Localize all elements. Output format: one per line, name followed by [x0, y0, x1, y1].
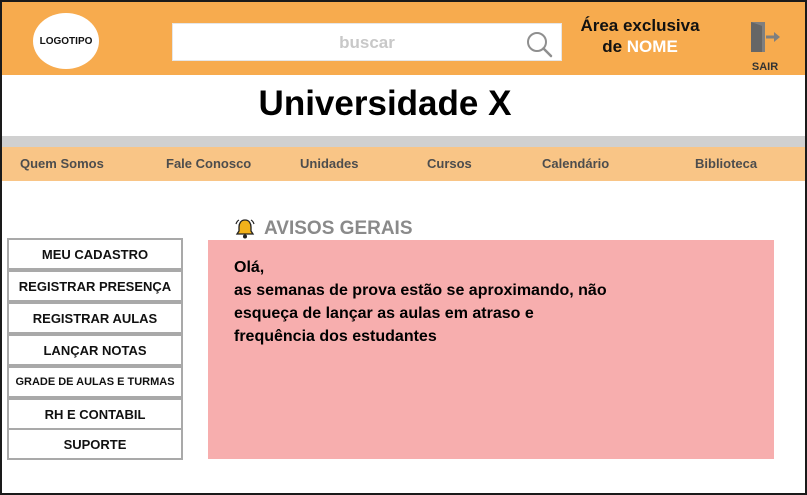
logout-door-icon	[751, 22, 780, 52]
menu-item-grade-de-aulas-e-turmas[interactable]: GRADE DE AULAS E TURMAS	[7, 366, 183, 398]
search-input[interactable]: buscar	[172, 23, 562, 61]
divider	[2, 136, 805, 147]
main-nav: Quem Somos Fale Conosco Unidades Cursos …	[2, 147, 805, 181]
page-title: Universidade X	[258, 84, 512, 123]
nav-item-fale-conosco[interactable]: Fale Conosco	[166, 147, 251, 181]
notice-line: esqueça de lançar as aulas em atraso e	[234, 305, 534, 322]
nav-item-calendario[interactable]: Calendário	[542, 147, 609, 181]
menu-item-suporte[interactable]: SUPORTE	[7, 428, 183, 460]
exclusive-area-user-line: de NOME	[568, 36, 712, 57]
top-header: LOGOTIPO buscar Área exclusiva de NOME S…	[2, 2, 805, 75]
nav-item-quem-somos[interactable]: Quem Somos	[20, 147, 104, 181]
search-icon[interactable]	[525, 30, 553, 58]
nav-item-biblioteca[interactable]: Biblioteca	[695, 147, 757, 181]
nav-item-cursos[interactable]: Cursos	[427, 147, 472, 181]
exclusive-area-label: Área exclusiva de NOME	[568, 15, 712, 57]
notice-message-box: Olá, as semanas de prova estão se aproxi…	[208, 240, 774, 459]
notice-line: frequência dos estudantes	[234, 328, 437, 345]
notices-title: AVISOS GERAIS	[264, 218, 413, 239]
logout-button[interactable]: SAIR	[740, 20, 790, 73]
nav-item-unidades[interactable]: Unidades	[300, 147, 359, 181]
menu-item-registrar-presenca[interactable]: REGISTRAR PRESENÇA	[7, 270, 183, 302]
menu-item-rh-e-contabil[interactable]: RH E CONTABIL	[7, 398, 183, 430]
user-name: NOME	[626, 37, 678, 56]
bell-icon	[235, 219, 255, 239]
logout-label: SAIR	[751, 61, 779, 73]
exclusive-area-de: de	[602, 37, 623, 56]
notices-heading: AVISOS GERAIS	[234, 217, 413, 241]
logo-text: LOGOTIPO	[39, 35, 93, 47]
notice-line: Olá,	[234, 259, 265, 276]
search-placeholder: buscar	[339, 33, 395, 52]
menu-item-registrar-aulas[interactable]: REGISTRAR AULAS	[7, 302, 183, 334]
page-frame: LOGOTIPO buscar Área exclusiva de NOME S…	[0, 0, 807, 495]
logo[interactable]: LOGOTIPO	[33, 13, 99, 69]
menu-item-meu-cadastro[interactable]: MEU CADASTRO	[7, 238, 183, 270]
notice-line: as semanas de prova estão se aproximando…	[234, 282, 607, 299]
menu-item-lancar-notas[interactable]: LANÇAR NOTAS	[7, 334, 183, 366]
exclusive-area-prefix: Área exclusiva	[580, 16, 700, 35]
